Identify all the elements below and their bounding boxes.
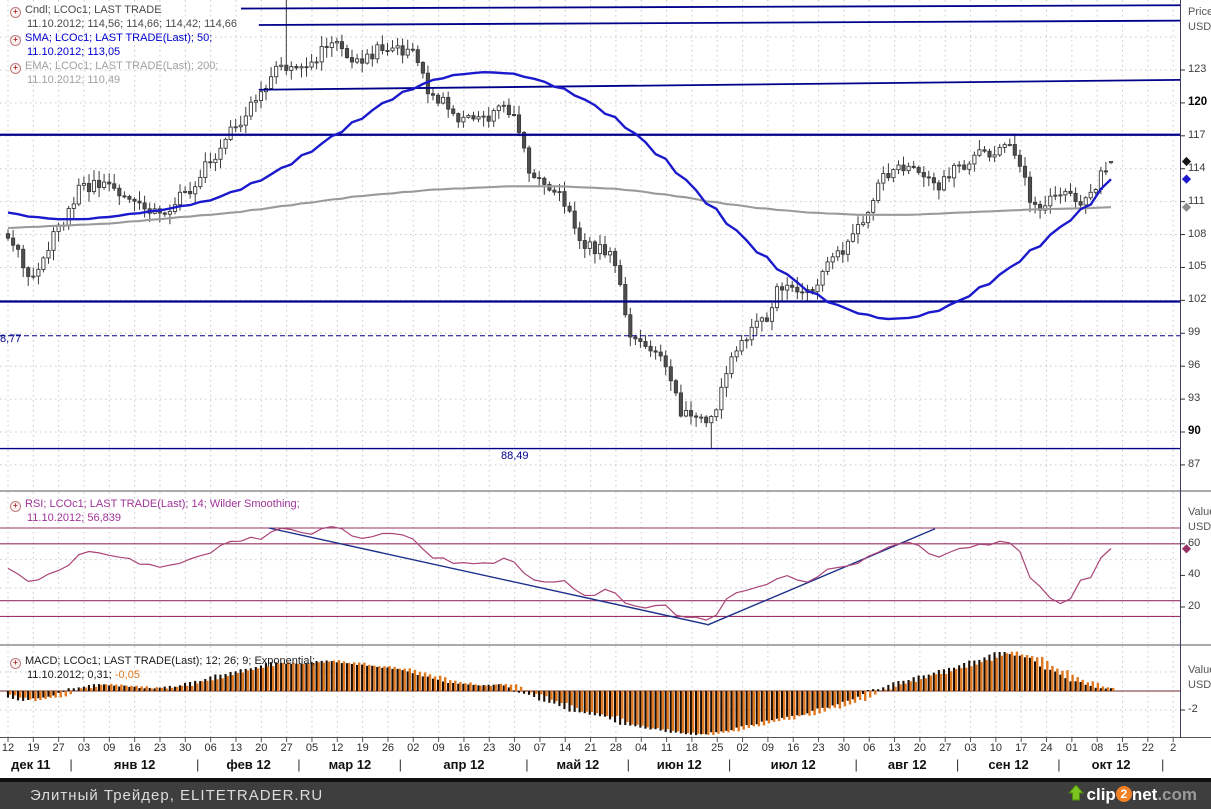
sma-legend-line2: 11.10.2012; 113,05: [27, 46, 120, 58]
trading-chart-window: PriceUSD12312011711411110810510299969390…: [0, 0, 1211, 809]
cndl-legend-line2: 11.10.2012; 114,56; 114,66; 114,42; 114,…: [27, 18, 237, 30]
support-resistance-line: [241, 5, 1181, 8]
clip2net-logo[interactable]: clip2net.com: [1068, 785, 1197, 807]
rsi-legend-line2: 11.10.2012; 56,839: [27, 512, 121, 524]
rsi-panel: [0, 527, 1180, 626]
status-text: Элитный Трейдер, ELITETRADER.RU: [30, 787, 323, 804]
legend-rsi: + RSI; LCOc1; LAST TRADE(Last); 14; Wilde…: [10, 496, 300, 524]
support-resistance-line: [259, 21, 1181, 25]
price-level-label-left: 8,77: [0, 333, 21, 345]
gridlines: [0, 0, 1180, 737]
macd-legend-icon[interactable]: +: [10, 658, 21, 669]
last-value-marker: [1182, 157, 1191, 166]
logo-text-clip: clip: [1087, 785, 1116, 804]
cndl-legend-icon[interactable]: +: [10, 7, 21, 18]
legend-main: + Cndl; LCOc1; LAST TRADE 11.10.2012; 114…: [10, 2, 237, 86]
cndl-legend-line1: Cndl; LCOc1; LAST TRADE: [25, 4, 162, 16]
macd-legend-line1: MACD; LCOc1; LAST TRADE(Last); 12; 26; 9…: [25, 655, 315, 667]
rsi-legend-icon[interactable]: +: [10, 501, 21, 512]
sma-legend-icon[interactable]: +: [10, 35, 21, 46]
logo-text-com: .com: [1157, 785, 1197, 804]
macd-signal-value: -0,05: [115, 669, 140, 681]
ema-legend-line1: EMA; LCOc1; LAST TRADE(Last); 200;: [25, 60, 218, 72]
logo-text-net: net: [1132, 785, 1158, 804]
ema-legend-icon[interactable]: +: [10, 63, 21, 74]
macd-legend-line2: 11.10.2012; 0,31;: [27, 669, 115, 681]
last-value-marker: [1182, 175, 1191, 184]
ema-legend-line2: 11.10.2012; 110,49: [27, 74, 120, 86]
upload-arrow-icon: [1068, 785, 1084, 801]
legend-macd: + MACD; LCOc1; LAST TRADE(Last); 12; 26; …: [10, 653, 315, 681]
last-value-marker: [1182, 203, 1191, 212]
rsi-legend-line1: RSI; LCOc1; LAST TRADE(Last); 14; Wilder…: [25, 498, 300, 510]
support-resistance-line: [259, 80, 1181, 90]
status-bar: Элитный Трейдер, ELITETRADER.RU clip2net…: [0, 778, 1211, 809]
rsi-value-marker: [1182, 544, 1191, 553]
logo-badge-2: 2: [1116, 786, 1132, 802]
panel-separators: [0, 0, 1211, 742]
price-level-label-8849: 88,49: [497, 450, 533, 462]
sma-legend-line1: SMA; LCOc1; LAST TRADE(Last); 50;: [25, 32, 212, 44]
